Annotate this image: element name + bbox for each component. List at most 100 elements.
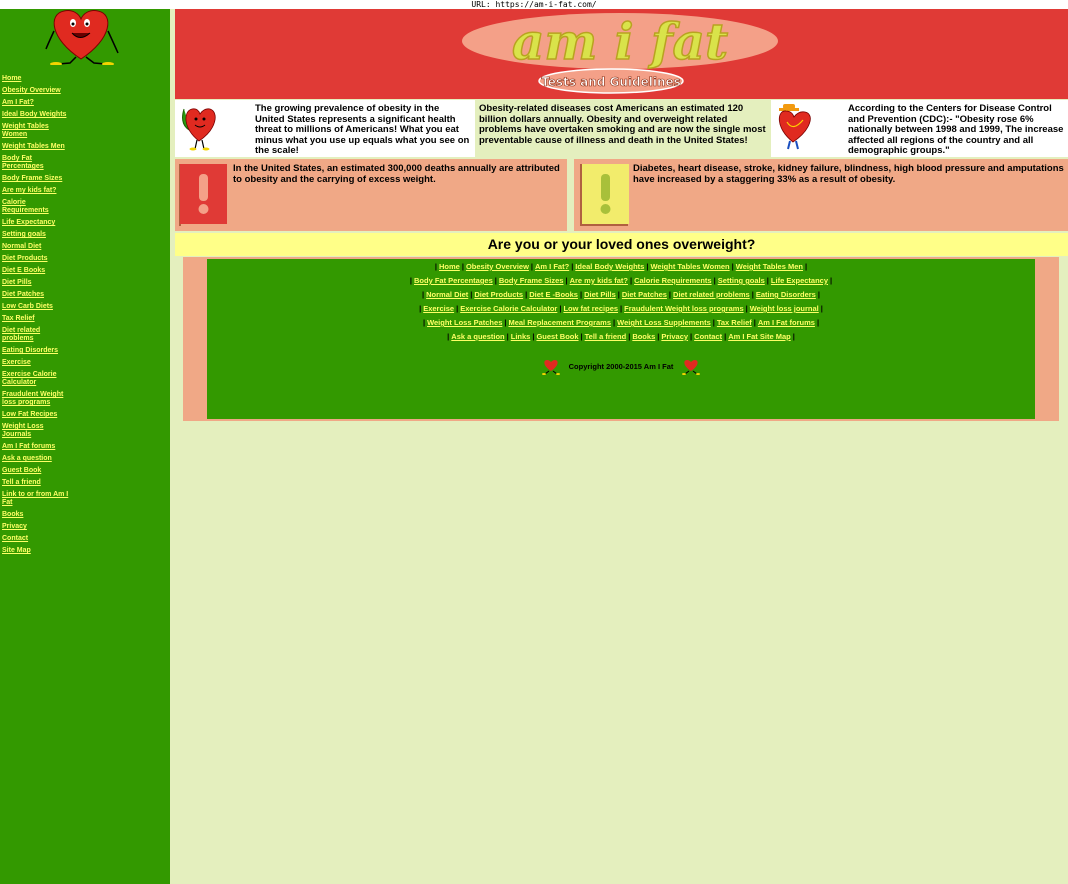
- sidebar-link[interactable]: Link to or from Am I Fat: [2, 491, 72, 507]
- footer-link-row: | Home | Obesity Overview | Am I Fat? | Ideal B…: [434, 262, 808, 271]
- footer-link[interactable]: Privacy: [661, 332, 688, 341]
- footer-link[interactable]: Links: [511, 332, 531, 341]
- sidebar-link[interactable]: Privacy: [2, 523, 72, 531]
- heart-mascot-icon[interactable]: [40, 9, 122, 65]
- sidebar-link[interactable]: Ask a question: [2, 455, 72, 463]
- footer-link[interactable]: Exercise: [423, 304, 454, 313]
- sidebar-link[interactable]: Are my kids fat?: [2, 187, 72, 195]
- footer-link-row: | Exercise | Exercise Calorie Calculator | Lo…: [419, 304, 823, 313]
- footer-link[interactable]: Body Frame Sizes: [499, 276, 564, 285]
- footer-link[interactable]: Weight loss journal: [750, 304, 819, 313]
- footer-link[interactable]: Home: [439, 262, 460, 271]
- sidebar-link[interactable]: Weight Tables Men: [2, 143, 72, 151]
- sidebar-item: Life Expectancy: [2, 219, 72, 227]
- sidebar-link[interactable]: Guest Book: [2, 467, 72, 475]
- sidebar-link[interactable]: Site Map: [2, 547, 72, 555]
- footer-link[interactable]: Low fat recipes: [563, 304, 618, 313]
- sidebar-link[interactable]: Diet Products: [2, 255, 72, 263]
- banner-subtitle: Tests and Guidelines: [541, 75, 681, 89]
- footer-link[interactable]: Fraudulent Weight loss programs: [624, 304, 743, 313]
- banner: am i fat Tests and Guidelines: [175, 9, 1068, 99]
- footer-link[interactable]: Ask a question: [451, 332, 504, 341]
- sidebar-link[interactable]: Eating Disorders: [2, 347, 72, 355]
- sidebar-item: Diet Products: [2, 255, 72, 263]
- footer-link[interactable]: Diet related problems: [673, 290, 750, 299]
- sidebar-link[interactable]: Calorie Requirements: [2, 199, 72, 215]
- footer-link[interactable]: Weight Loss Supplements: [617, 318, 711, 327]
- sidebar-item: Exercise Calorie Calculator: [2, 371, 72, 387]
- question-bar: Are you or your loved ones overweight?: [175, 233, 1068, 256]
- sidebar-link[interactable]: Tax Relief: [2, 315, 72, 323]
- sidebar-link[interactable]: Exercise: [2, 359, 72, 367]
- sidebar-link[interactable]: Body Frame Sizes: [2, 175, 72, 183]
- sidebar-link[interactable]: Body Fat Percentages: [2, 155, 72, 171]
- footer-link[interactable]: Tell a friend: [585, 332, 627, 341]
- sidebar-link[interactable]: Normal Diet: [2, 243, 72, 251]
- sidebar-link[interactable]: Diet E Books: [2, 267, 72, 275]
- footer-link[interactable]: Tax Relief: [717, 318, 752, 327]
- footer-link[interactable]: Life Expectancy: [771, 276, 828, 285]
- sidebar-item: Diet related problems: [2, 327, 72, 343]
- sidebar-item: Weight Loss Journals: [2, 423, 72, 439]
- sidebar-item: Obesity Overview: [2, 87, 72, 95]
- footer-link[interactable]: Contact: [694, 332, 722, 341]
- url-bar: URL: https://am-i-fat.com/: [0, 0, 1068, 9]
- sidebar-link[interactable]: Diet related problems: [2, 327, 72, 343]
- sidebar-item: Diet Pills: [2, 279, 72, 287]
- footer-link[interactable]: Am I Fat Site Map: [728, 332, 791, 341]
- sidebar-link[interactable]: Fraudulent Weight loss programs: [2, 391, 72, 407]
- footer-link[interactable]: Ideal Body Weights: [575, 262, 644, 271]
- footer-link[interactable]: Setting goals: [718, 276, 765, 285]
- footer-link-row: | Normal Diet | Diet Products | Diet E -Books…: [422, 290, 820, 299]
- sidebar-link[interactable]: Contact: [2, 535, 72, 543]
- fact-cell-1: The growing prevalence of obesity in the…: [175, 100, 475, 157]
- sidebar-link[interactable]: Life Expectancy: [2, 219, 72, 227]
- sidebar-link[interactable]: Weight Tables Women: [2, 123, 72, 139]
- footer-link[interactable]: Are my kids fat?: [570, 276, 628, 285]
- footer-link[interactable]: Diet Pills: [584, 290, 616, 299]
- sidebar-link[interactable]: Exercise Calorie Calculator: [2, 371, 72, 387]
- footer-link[interactable]: Am I Fat?: [535, 262, 569, 271]
- sidebar-link[interactable]: Books: [2, 511, 72, 519]
- sidebar-item: Contact: [2, 535, 72, 543]
- sidebar-link[interactable]: Diet Patches: [2, 291, 72, 299]
- sidebar-link[interactable]: Diet Pills: [2, 279, 72, 287]
- footer-link[interactable]: Am I Fat forums: [758, 318, 815, 327]
- fact-cell-3: According to the Centers for Disease Con…: [771, 100, 1068, 157]
- sidebar-link[interactable]: Am I Fat?: [2, 99, 72, 107]
- footer-link[interactable]: Diet E -Books: [529, 290, 578, 299]
- footer-link[interactable]: Eating Disorders: [756, 290, 816, 299]
- fact-cell-2: Obesity-related diseases cost Americans …: [475, 100, 771, 157]
- sidebar-item: Home: [2, 75, 72, 83]
- sidebar-item: Are my kids fat?: [2, 187, 72, 195]
- footer-link[interactable]: Weight Tables Women: [650, 262, 729, 271]
- footer-link[interactable]: Meal Replacement Programs: [508, 318, 611, 327]
- footer-link[interactable]: Weight Loss Patches: [427, 318, 502, 327]
- sidebar-item: Calorie Requirements: [2, 199, 72, 215]
- facts-row: The growing prevalence of obesity in the…: [175, 100, 1068, 157]
- sidebar-link[interactable]: Low Carb Diets: [2, 303, 72, 311]
- footer-link[interactable]: Obesity Overview: [466, 262, 529, 271]
- footer-link[interactable]: Guest Book: [536, 332, 578, 341]
- sidebar-link[interactable]: Home: [2, 75, 72, 83]
- footer-link[interactable]: Body Fat Percentages: [414, 276, 493, 285]
- sidebar-link[interactable]: Obesity Overview: [2, 87, 72, 95]
- sidebar-item: Eating Disorders: [2, 347, 72, 355]
- sidebar-link[interactable]: Weight Loss Journals: [2, 423, 72, 439]
- alert-box-2: Diabetes, heart disease, stroke, kidney …: [574, 159, 1068, 231]
- footer-link[interactable]: Exercise Calorie Calculator: [460, 304, 557, 313]
- footer-link[interactable]: Diet Products: [474, 290, 523, 299]
- footer-link[interactable]: Weight Tables Men: [736, 262, 803, 271]
- footer-link[interactable]: Books: [632, 332, 655, 341]
- footer-link[interactable]: Normal Diet: [426, 290, 468, 299]
- sidebar-item: Body Fat Percentages: [2, 155, 72, 171]
- sidebar-link[interactable]: Tell a friend: [2, 479, 72, 487]
- sidebar-link[interactable]: Setting goals: [2, 231, 72, 239]
- sidebar-link[interactable]: Ideal Body Weights: [2, 111, 72, 119]
- sidebar-item: Books: [2, 511, 72, 519]
- sidebar-link[interactable]: Am I Fat forums: [2, 443, 72, 451]
- footer-link[interactable]: Calorie Requirements: [634, 276, 712, 285]
- sidebar-link[interactable]: Low Fat Recipes: [2, 411, 72, 419]
- sidebar-item: Link to or from Am I Fat: [2, 491, 72, 507]
- footer-link[interactable]: Diet Patches: [622, 290, 667, 299]
